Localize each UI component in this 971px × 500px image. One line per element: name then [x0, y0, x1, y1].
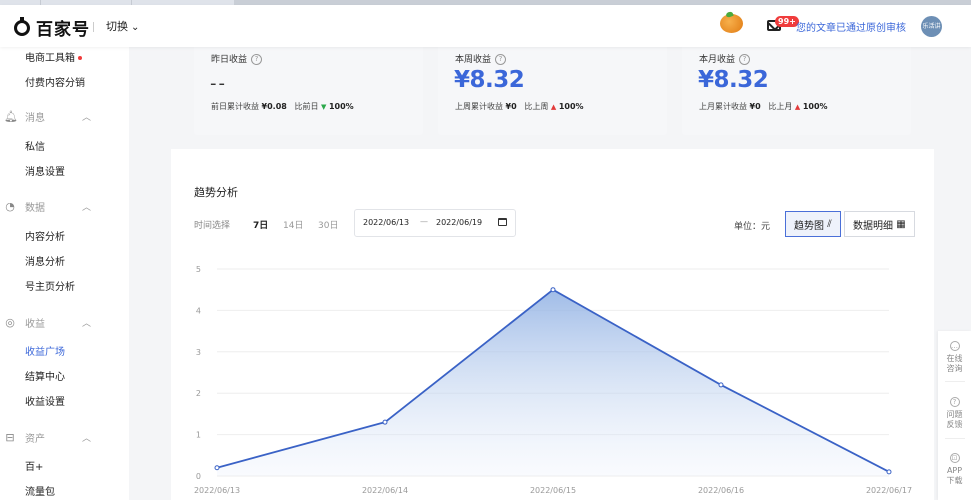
sidebar-item-baijia-plus[interactable]: 百+: [25, 458, 43, 473]
data-point: [382, 419, 388, 425]
chevron-up-icon: ︿: [82, 203, 92, 213]
sidebar-item-paid-distribution[interactable]: 付费内容分销: [25, 74, 85, 89]
sidebar-item-content-analysis[interactable]: 内容分析: [25, 228, 65, 243]
card-label: 本月收益?: [699, 52, 751, 65]
card-footer: 上月累计收益 ¥0 比上月 ▲ 100%: [699, 102, 828, 111]
yesterday-earnings-card: 昨日收益? -- 前日累计收益 ¥0.08 比前日 ▼ 100%: [194, 40, 423, 135]
sidebar-item-earnings-plaza[interactable]: 收益广场: [25, 343, 65, 358]
bell-icon: 🔔︎: [4, 110, 18, 123]
sidebar-item-homepage-analysis[interactable]: 号主页分析: [25, 278, 75, 293]
top-header: 百家号 切换⌄ 99+ 您的文章已通过原创审核 乐活讲堂: [0, 5, 971, 47]
chevron-up-icon: ︿: [82, 113, 92, 123]
sidebar-section-data[interactable]: ◔ 数据 ︿: [4, 199, 124, 214]
x-tick-label: 2022/06/15: [530, 486, 576, 495]
data-point: [214, 465, 220, 471]
sidebar-item-earnings-settings[interactable]: 收益设置: [25, 393, 65, 408]
card-value: ¥8.32: [454, 67, 525, 93]
card-label: 昨日收益?: [211, 52, 263, 65]
feedback-button[interactable]: ? 问题 反馈: [938, 397, 971, 430]
trend-up-icon: ▲: [550, 103, 557, 111]
mango-reward-icon[interactable]: [720, 14, 743, 33]
x-tick-label: 2022/06/13: [194, 486, 240, 495]
y-tick-label: 2: [196, 389, 201, 398]
y-tick-label: 0: [196, 472, 201, 481]
coin-icon: ◎: [5, 316, 15, 329]
question-icon: ?: [949, 397, 960, 407]
sidebar-item-settlement-center[interactable]: 结算中心: [25, 368, 65, 383]
app-download-button[interactable]: ⊡ APP 下载: [938, 453, 971, 486]
logo-icon: [14, 16, 30, 36]
sidebar-item-message-analysis[interactable]: 消息分析: [25, 253, 65, 268]
series-area: [217, 289, 889, 476]
card-label: 本周收益?: [455, 52, 507, 65]
header-divider: [93, 22, 94, 32]
switch-account-button[interactable]: 切换 ⌄: [106, 18, 139, 34]
y-tick-label: 5: [196, 265, 201, 274]
help-icon[interactable]: ?: [739, 54, 751, 65]
y-tick-label: 3: [196, 348, 201, 357]
sidebar-item-message-settings[interactable]: 消息设置: [25, 163, 65, 178]
sidebar: 电商工具箱 付费内容分销 🔔︎ 消息 ︿ 私信 消息设置 ◔ 数据 ︿ 内容分析 消息分…: [0, 47, 129, 500]
x-tick-label: 2022/06/16: [698, 486, 744, 495]
chevron-down-icon: ⌄: [131, 22, 140, 33]
card-footer: 上周累计收益 ¥0 比上周 ▲ 100%: [455, 102, 584, 111]
new-dot: [78, 56, 82, 60]
avatar[interactable]: 乐活讲堂: [921, 16, 942, 37]
x-tick-label: 2022/06/17: [866, 486, 912, 495]
x-tick-label: 2022/06/14: [362, 486, 408, 495]
sidebar-section-assets[interactable]: ⊟ 资产 ︿: [4, 430, 124, 445]
scan-icon: ⊡: [949, 453, 960, 463]
sidebar-section-earnings[interactable]: ◎ 收益 ︿: [4, 315, 124, 330]
card-value: --: [210, 73, 227, 94]
help-icon[interactable]: ?: [495, 54, 507, 65]
trend-panel: 趋势分析 时间选择 7日 14日 30日 2022/06/13 — 2022/0…: [171, 149, 934, 500]
floating-help-bar: … 在线 咨询 ? 问题 反馈 ⊡ APP 下载: [938, 331, 971, 500]
data-point: [718, 382, 724, 388]
online-consult-button[interactable]: … 在线 咨询: [938, 341, 971, 374]
chevron-up-icon: ︿: [82, 434, 92, 444]
y-tick-label: 1: [196, 431, 201, 440]
y-tick-label: 4: [196, 306, 201, 315]
chat-icon: …: [949, 341, 960, 351]
data-point: [886, 469, 892, 475]
trend-down-icon: ▼: [321, 103, 327, 111]
help-icon[interactable]: ?: [251, 54, 263, 65]
brand-logo[interactable]: 百家号: [14, 15, 90, 40]
trend-up-icon: ▲: [794, 103, 801, 111]
sidebar-item-private-message[interactable]: 私信: [25, 138, 45, 153]
card-footer: 前日累计收益 ¥0.08 比前日 ▼ 100%: [211, 102, 354, 111]
card-value: ¥8.32: [698, 67, 769, 93]
switch-label: 切换: [106, 20, 128, 33]
month-earnings-card: 本月收益? ¥8.32 上月累计收益 ¥0 比上月 ▲ 100%: [682, 40, 911, 135]
week-earnings-card: 本周收益? ¥8.32 上周累计收益 ¥0 比上周 ▲ 100%: [438, 40, 667, 135]
trend-chart: 0 1 2 3 4 5 2022/06/13 2022/06/14 2022/06/15 2022…: [194, 265, 912, 495]
wallet-icon: ⊟: [5, 431, 15, 444]
notification-link[interactable]: 您的文章已通过原创审核: [796, 19, 906, 34]
sidebar-section-messages[interactable]: 🔔︎ 消息 ︿: [4, 109, 124, 124]
sidebar-item-ecommerce-toolbox[interactable]: 电商工具箱: [25, 49, 82, 64]
sidebar-item-traffic-pack[interactable]: 流量包: [25, 483, 55, 498]
data-point: [550, 287, 556, 293]
pie-chart-icon: ◔: [5, 200, 15, 213]
chevron-up-icon: ︿: [82, 319, 92, 329]
logo-text: 百家号: [36, 20, 90, 40]
